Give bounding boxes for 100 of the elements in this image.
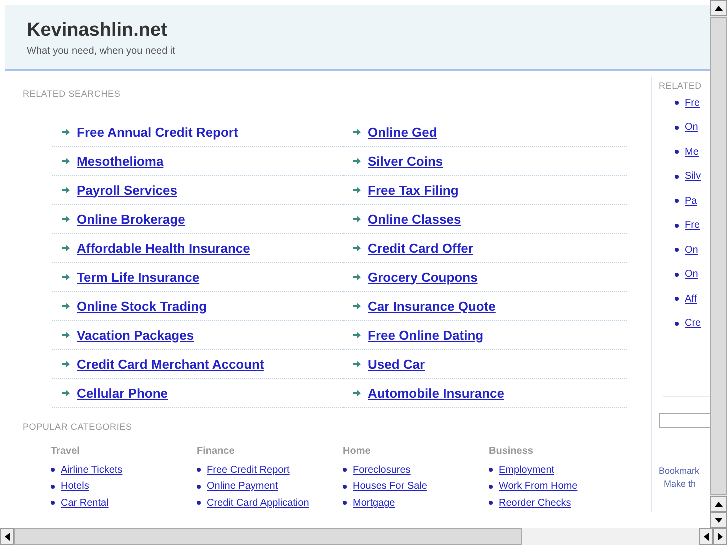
sidebar-link[interactable]: Fre (685, 98, 700, 109)
section-heading: RELATED (659, 81, 703, 91)
arrow-icon (353, 332, 361, 338)
bullet-icon (675, 101, 679, 106)
bullet-icon (675, 248, 679, 252)
scroll-right-button[interactable] (713, 528, 727, 545)
category-link[interactable]: Free Credit Report (207, 464, 290, 476)
site-title: Kevinashlin.net (27, 20, 168, 42)
make-homepage-link[interactable]: Make th (659, 479, 710, 489)
arrow-icon (62, 186, 70, 194)
bookmark-link[interactable]: Bookmark (659, 466, 710, 476)
related-search-link[interactable]: Grocery Coupons (368, 270, 478, 284)
sidebar-link[interactable]: On (685, 269, 698, 280)
category-link[interactable]: Airline Tickets (61, 464, 123, 476)
site-tagline: What you need, when you need it (27, 46, 176, 57)
scroll-down-button[interactable] (710, 512, 727, 528)
sidebar-link[interactable]: Pa (685, 196, 698, 207)
category-link[interactable]: Online Payment (207, 481, 278, 492)
related-search-link[interactable]: Credit Card Merchant Account (77, 356, 264, 372)
bullet-icon (51, 484, 55, 489)
category-link[interactable]: Car Rental (61, 498, 109, 509)
bullet-icon (489, 484, 493, 489)
sidebar-link[interactable]: Silv (685, 171, 702, 182)
arrow-icon (62, 302, 70, 310)
arrow-icon (62, 128, 70, 136)
arrow-icon (62, 158, 70, 164)
category-link[interactable]: Hotels (61, 481, 90, 492)
category-link[interactable]: Credit Card Application (207, 498, 310, 509)
scrollbar-thumb[interactable] (14, 528, 522, 545)
sidebar-link[interactable]: On (685, 122, 698, 134)
arrow-icon (353, 128, 361, 136)
bullet-icon (675, 174, 679, 179)
related-search-link[interactable]: Free Annual Credit Report (77, 124, 238, 140)
arrow-icon (353, 244, 361, 252)
category-title: Travel (51, 446, 81, 457)
category-link[interactable]: Work From Home (499, 481, 578, 492)
scroll-left-button[interactable] (0, 528, 14, 545)
arrow-icon (353, 216, 361, 222)
related-search-link[interactable]: Free Tax Filing (368, 182, 459, 198)
arrow-icon (353, 274, 361, 280)
category-title: Business (489, 446, 534, 457)
bullet-icon (343, 468, 347, 472)
related-search-link[interactable]: Term Life Insurance (77, 270, 200, 284)
arrow-icon (353, 158, 361, 164)
bullet-icon (197, 501, 201, 506)
related-search-link[interactable]: Online Ged (368, 124, 438, 140)
bullet-icon (197, 468, 201, 472)
scroll-up-button[interactable] (710, 496, 727, 512)
related-search-link[interactable]: Payroll Services (77, 182, 178, 198)
bullet-icon (675, 297, 679, 302)
sidebar-link[interactable]: Aff (685, 294, 698, 305)
category-link[interactable]: Employment (499, 464, 555, 476)
horizontal-scrollbar[interactable] (0, 528, 727, 545)
related-search-link[interactable]: Car Insurance Quote (368, 298, 496, 314)
related-search-link[interactable]: Automobile Insurance (368, 386, 505, 400)
arrow-icon (62, 274, 70, 280)
related-search-link[interactable]: Vacation Packages (77, 328, 194, 342)
right-arrow-icon (718, 532, 722, 540)
up-arrow-icon (714, 502, 722, 506)
arrow-icon (353, 360, 361, 368)
bullet-icon (489, 468, 493, 472)
related-search-link[interactable]: Online Stock Trading (77, 298, 208, 314)
bullet-icon (489, 501, 493, 506)
bullet-icon (51, 468, 55, 472)
sidebar-link[interactable]: Fre (685, 220, 700, 232)
up-arrow-icon (714, 6, 722, 10)
related-search-link[interactable]: Used Car (368, 356, 426, 372)
related-search-link[interactable]: Mesothelioma (77, 154, 164, 168)
section-heading: RELATED SEARCHES (23, 89, 122, 99)
arrow-icon (62, 244, 70, 252)
bullet-icon (675, 224, 679, 228)
related-search-link[interactable]: Silver Coins (368, 154, 444, 168)
arrow-icon (62, 390, 70, 396)
sidebar-link[interactable]: Cre (685, 318, 702, 330)
bullet-icon (51, 501, 55, 506)
bullet-icon (675, 126, 679, 130)
arrow-icon (62, 216, 70, 222)
category-link[interactable]: Foreclosures (353, 464, 411, 476)
related-search-link[interactable]: Credit Card Offer (368, 240, 474, 256)
related-search-link[interactable]: Online Classes (368, 212, 462, 226)
sidebar-link[interactable]: On (685, 244, 698, 256)
arrow-icon (353, 390, 361, 396)
bullet-icon (197, 484, 201, 489)
scroll-left-button[interactable] (699, 528, 713, 545)
bullet-icon (343, 501, 347, 506)
category-link[interactable]: Reorder Checks (499, 498, 572, 509)
sidebar-link[interactable]: Me (685, 146, 699, 158)
arrow-icon (353, 302, 361, 310)
category-link[interactable]: Mortgage (353, 498, 396, 509)
bullet-icon (675, 150, 679, 154)
category-link[interactable]: Houses For Sale (353, 481, 428, 492)
left-arrow-icon (4, 532, 10, 540)
arrow-icon (62, 360, 70, 368)
related-search-link[interactable]: Cellular Phone (77, 386, 168, 400)
related-search-link[interactable]: Affordable Health Insurance (77, 240, 250, 256)
scroll-up-button[interactable] (710, 0, 727, 16)
related-search-link[interactable]: Online Brokerage (77, 212, 186, 226)
bullet-icon (675, 322, 679, 326)
related-search-link[interactable]: Free Online Dating (368, 328, 484, 342)
bullet-icon (675, 272, 679, 277)
